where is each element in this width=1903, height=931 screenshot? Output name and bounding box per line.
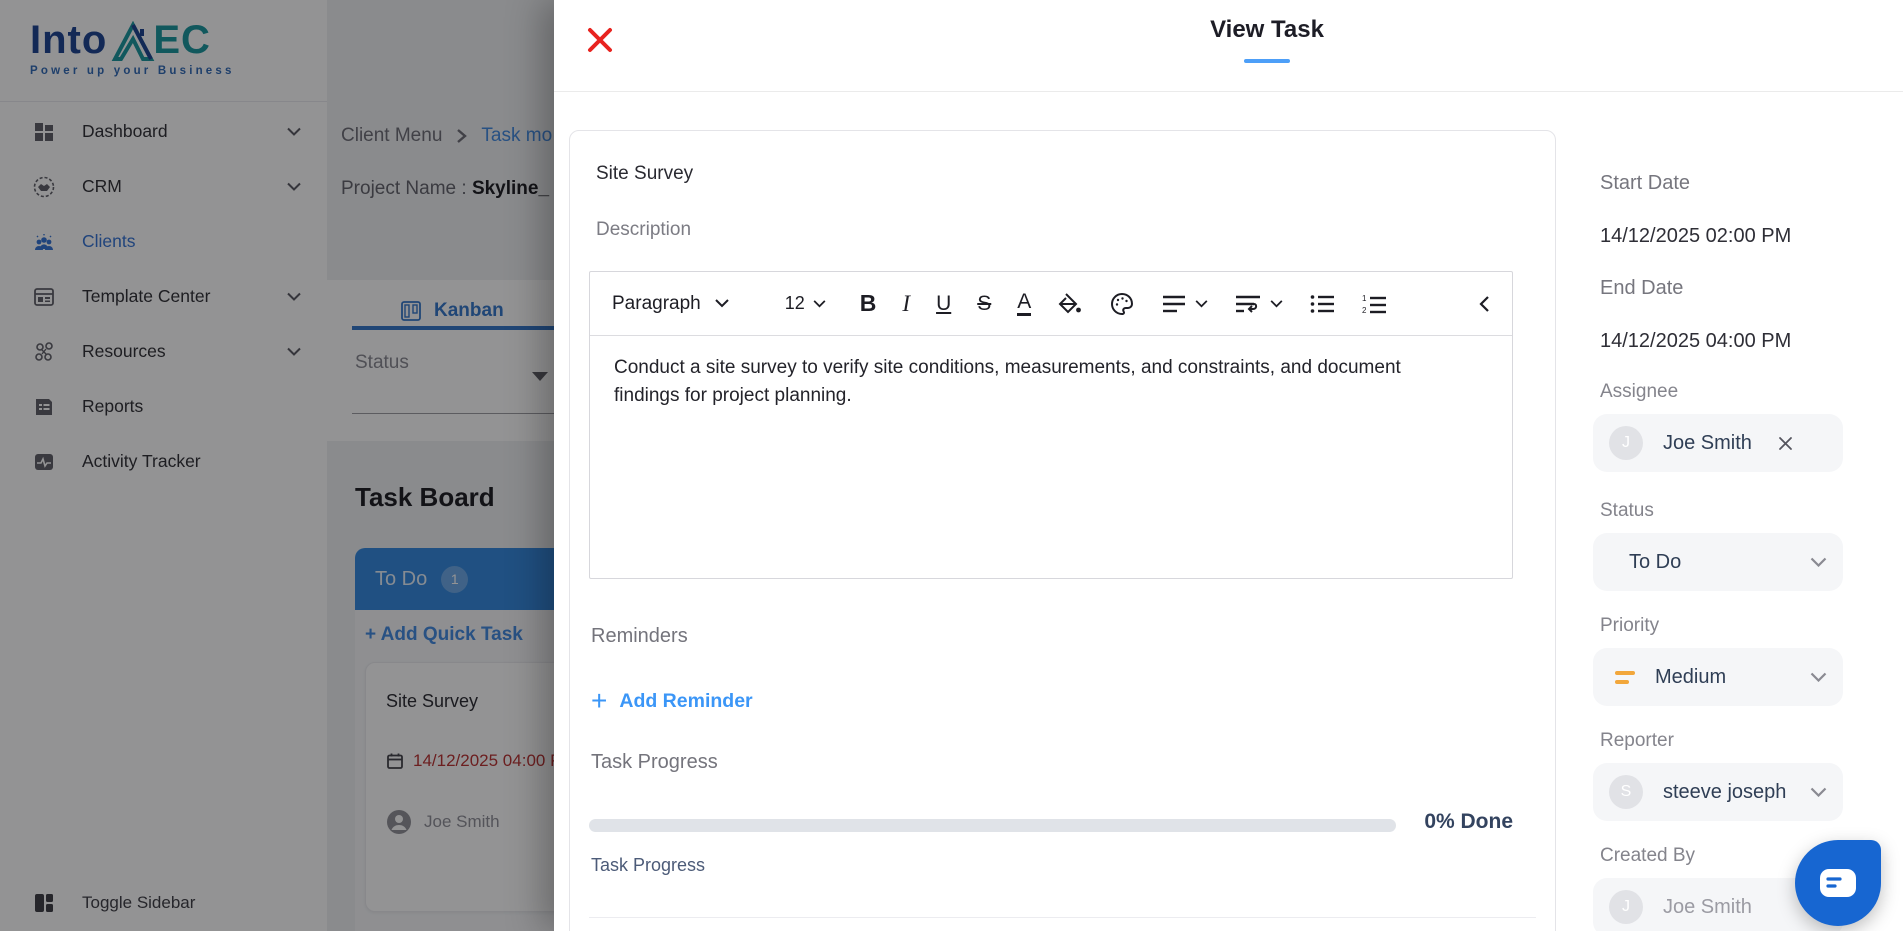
task-title: Site Survey: [596, 163, 694, 184]
italic-icon[interactable]: I: [902, 291, 910, 317]
status-dropdown[interactable]: To Do: [1593, 533, 1843, 591]
task-progress-heading: Task Progress: [591, 751, 718, 773]
description-label: Description: [596, 219, 692, 240]
end-date-label: End Date: [1600, 277, 1684, 299]
end-date-value[interactable]: 14/12/2025 04:00 PM: [1600, 330, 1791, 353]
task-details-panel: Start Date 14/12/2025 02:00 PM End Date …: [1593, 0, 1893, 931]
block-type-value: Paragraph: [612, 292, 701, 314]
close-icon[interactable]: [584, 24, 616, 56]
start-date-label: Start Date: [1600, 172, 1691, 194]
description-textarea[interactable]: Conduct a site survey to verify site con…: [590, 336, 1512, 410]
priority-value: Medium: [1655, 665, 1727, 688]
bullet-list-icon[interactable]: [1309, 293, 1335, 315]
svg-text:1: 1: [1362, 294, 1367, 303]
align-left-icon: [1163, 295, 1186, 312]
remove-assignee-icon[interactable]: [1778, 436, 1793, 451]
modal-title-underline: [1244, 59, 1290, 63]
start-date-value[interactable]: 14/12/2025 02:00 PM: [1600, 225, 1791, 248]
chat-bubble-icon: [1820, 869, 1856, 897]
task-detail-card: Site Survey Description Paragraph 12 B I…: [569, 130, 1556, 931]
chevron-down-icon: [1195, 299, 1208, 307]
avatar: J: [1609, 890, 1643, 924]
progress-done-text: 0% Done: [1424, 810, 1513, 833]
chevron-down-icon: [1810, 787, 1827, 797]
chevron-down-icon: [1810, 557, 1827, 567]
block-type-select[interactable]: Paragraph: [612, 293, 729, 315]
created-by-name: Joe Smith: [1663, 895, 1752, 918]
plus-icon: +: [591, 685, 608, 716]
created-by-label: Created By: [1600, 845, 1696, 866]
toolbar-scroll-left-icon[interactable]: [1478, 295, 1490, 313]
card-bottom-divider: [589, 917, 1536, 918]
modal-title: View Task: [1210, 16, 1324, 43]
font-size-value: 12: [784, 293, 805, 313]
fill-color-icon[interactable]: [1057, 291, 1083, 317]
svg-text:2: 2: [1362, 306, 1367, 315]
priority-dropdown[interactable]: Medium: [1593, 648, 1843, 706]
avatar: J: [1609, 426, 1643, 460]
view-task-modal: View Task Site Survey Description Paragr…: [554, 0, 1903, 931]
chevron-down-icon: [715, 299, 729, 308]
numbered-list-icon[interactable]: 12: [1361, 293, 1387, 315]
chevron-down-icon: [1270, 299, 1283, 307]
text-wrap-icon: [1236, 295, 1261, 313]
avatar: S: [1609, 775, 1643, 809]
editor-toolbar: Paragraph 12 B I U S A 1 2: [590, 272, 1512, 336]
bold-icon[interactable]: B: [860, 290, 877, 317]
priority-medium-icon: [1615, 670, 1635, 684]
task-progress-caption: Task Progress: [591, 855, 706, 875]
task-progress-bar[interactable]: [589, 819, 1396, 832]
add-reminder-button[interactable]: + Add Reminder: [591, 687, 753, 715]
strikethrough-icon[interactable]: S: [977, 292, 991, 316]
reporter-name: steeve joseph: [1663, 780, 1787, 803]
status-label: Status: [1600, 500, 1654, 521]
priority-label: Priority: [1600, 615, 1660, 636]
reporter-dropdown[interactable]: S steeve joseph: [1593, 763, 1843, 821]
align-select[interactable]: [1161, 293, 1208, 315]
line-wrap-select[interactable]: [1234, 293, 1283, 315]
reminders-label: Reminders: [591, 625, 688, 647]
app-root: Into EC Power up your Business Dashboard…: [0, 0, 1903, 931]
assignee-name: Joe Smith: [1663, 431, 1752, 454]
add-reminder-label: Add Reminder: [619, 689, 753, 712]
reporter-label: Reporter: [1600, 730, 1674, 751]
chevron-down-icon: [1810, 672, 1827, 682]
underline-icon[interactable]: U: [936, 292, 951, 316]
assignee-chip[interactable]: J Joe Smith: [1593, 414, 1843, 472]
font-color-icon[interactable]: A: [1017, 291, 1032, 316]
assignee-label: Assignee: [1600, 381, 1679, 402]
rich-text-editor: Paragraph 12 B I U S A 1 2 Conduct a sit…: [589, 271, 1513, 579]
palette-icon[interactable]: [1109, 291, 1135, 317]
chat-widget-button[interactable]: [1795, 840, 1881, 926]
status-value: To Do: [1629, 550, 1682, 573]
font-size-select[interactable]: 12: [785, 293, 826, 314]
chevron-down-icon: [813, 299, 826, 307]
